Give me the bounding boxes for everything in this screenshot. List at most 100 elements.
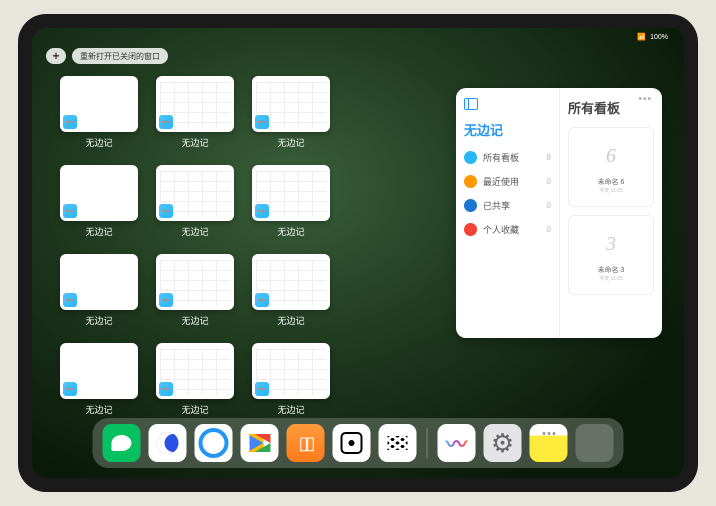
freeform-app-icon xyxy=(159,293,173,307)
battery-label: 100% xyxy=(650,34,668,41)
window-preview xyxy=(156,165,234,221)
window-preview xyxy=(60,165,138,221)
freeform-app-icon xyxy=(255,382,269,396)
category-count: 8 xyxy=(547,153,551,162)
window-preview xyxy=(156,254,234,310)
panel-content: 所有看板 6未命名 6今天 11:253未命名 3今天 11:25 xyxy=(560,88,662,338)
window-preview xyxy=(60,343,138,399)
freeform-app-icon xyxy=(63,115,77,129)
board-card[interactable]: 6未命名 6今天 11:25 xyxy=(568,127,654,207)
window-preview xyxy=(156,343,234,399)
dock-app-freeform[interactable] xyxy=(438,424,476,462)
window-preview xyxy=(252,254,330,310)
category-icon xyxy=(464,223,477,236)
window-preview xyxy=(252,343,330,399)
window-tile[interactable]: 无边记 xyxy=(252,254,330,327)
category-row[interactable]: 最近使用 0 xyxy=(464,175,551,188)
board-thumbnail: 3 xyxy=(595,229,627,261)
freeform-app-icon xyxy=(255,115,269,129)
dock-app-qq-hd[interactable] xyxy=(149,424,187,462)
window-label: 无边记 xyxy=(85,136,112,149)
window-preview xyxy=(156,76,234,132)
category-icon xyxy=(464,199,477,212)
freeform-app-icon xyxy=(255,204,269,218)
status-bar: 📶 100% xyxy=(32,28,684,44)
freeform-app-icon xyxy=(63,204,77,218)
window-label: 无边记 xyxy=(181,225,208,238)
window-preview xyxy=(60,254,138,310)
dock-app-play[interactable] xyxy=(241,424,279,462)
category-label: 已共享 xyxy=(483,199,541,212)
window-tile[interactable]: 无边记 xyxy=(252,343,330,416)
freeform-app-icon xyxy=(63,293,77,307)
dock-app-misc[interactable] xyxy=(379,424,417,462)
board-date: 今天 11:25 xyxy=(599,275,623,282)
window-tile[interactable]: 无边记 xyxy=(156,76,234,149)
board-card[interactable]: 3 未命名 3今天 11:25 xyxy=(568,215,654,295)
window-tile[interactable]: 无边记 xyxy=(252,76,330,149)
top-controls: + 重新打开已关闭的窗口 xyxy=(46,48,168,64)
reopen-closed-window-button[interactable]: 重新打开已关闭的窗口 xyxy=(72,48,168,64)
panel-more-icon[interactable]: ••• xyxy=(638,94,652,105)
window-tile[interactable]: 无边记 xyxy=(252,165,330,238)
window-label: 无边记 xyxy=(181,314,208,327)
dock-app-settings[interactable] xyxy=(484,424,522,462)
dock-app-library[interactable] xyxy=(576,424,614,462)
category-label: 最近使用 xyxy=(483,175,541,188)
window-label: 无边记 xyxy=(85,314,112,327)
category-row[interactable]: 所有看板 8 xyxy=(464,151,551,164)
window-label: 无边记 xyxy=(277,136,304,149)
window-tile[interactable]: 无边记 xyxy=(60,76,138,149)
window-label: 无边记 xyxy=(181,136,208,149)
category-label: 个人收藏 xyxy=(483,223,541,236)
window-preview xyxy=(60,76,138,132)
ipad-frame: 📶 100% + 重新打开已关闭的窗口 无边记无边记无边记无边记无边记无边记无边… xyxy=(18,14,698,492)
window-tile[interactable]: 无边记 xyxy=(60,254,138,327)
window-preview xyxy=(252,76,330,132)
freeform-app-icon xyxy=(63,382,77,396)
window-tile[interactable]: 无边记 xyxy=(60,165,138,238)
window-label: 无边记 xyxy=(85,403,112,416)
category-row[interactable]: 个人收藏 0 xyxy=(464,223,551,236)
window-tile[interactable]: 无边记 xyxy=(156,165,234,238)
status-right: 📶 100% xyxy=(637,33,668,41)
board-date: 今天 11:25 xyxy=(599,187,623,194)
freeform-panel: ••• 无边记 所有看板 8 最近使用 0 已共享 0 个人收藏 0 所有看板 6未命名 6今… xyxy=(456,88,662,338)
windows-grid: 无边记无边记无边记无边记无边记无边记无边记无边记无边记无边记无边记无边记 xyxy=(60,76,330,416)
freeform-app-icon xyxy=(255,293,269,307)
dock-app-qq-browser[interactable] xyxy=(195,424,233,462)
sidebar-toggle-icon[interactable] xyxy=(464,98,478,110)
panel-app-title: 无边记 xyxy=(464,120,551,139)
dock-separator xyxy=(427,428,428,458)
window-label: 无边记 xyxy=(85,225,112,238)
wifi-icon: 📶 xyxy=(637,33,646,41)
freeform-app-icon xyxy=(159,115,173,129)
category-count: 0 xyxy=(547,225,551,234)
category-icon xyxy=(464,151,477,164)
dock-app-game[interactable] xyxy=(333,424,371,462)
window-label: 无边记 xyxy=(277,403,304,416)
dock-app-wechat[interactable] xyxy=(103,424,141,462)
board-name: 未命名 6 xyxy=(598,177,625,187)
category-row[interactable]: 已共享 0 xyxy=(464,199,551,212)
screen: 📶 100% + 重新打开已关闭的窗口 无边记无边记无边记无边记无边记无边记无边… xyxy=(32,28,684,478)
window-label: 无边记 xyxy=(277,225,304,238)
window-tile[interactable]: 无边记 xyxy=(156,343,234,416)
dock-app-books[interactable] xyxy=(287,424,325,462)
board-name: 未命名 3 xyxy=(598,265,625,275)
window-preview xyxy=(252,165,330,221)
window-tile[interactable]: 无边记 xyxy=(156,254,234,327)
window-tile[interactable]: 无边记 xyxy=(60,343,138,416)
category-label: 所有看板 xyxy=(483,151,541,164)
freeform-app-icon xyxy=(159,204,173,218)
dock-app-notes[interactable] xyxy=(530,424,568,462)
panel-sidebar: 无边记 所有看板 8 最近使用 0 已共享 0 个人收藏 0 xyxy=(456,88,560,338)
freeform-app-icon xyxy=(159,382,173,396)
category-count: 0 xyxy=(547,177,551,186)
window-label: 无边记 xyxy=(277,314,304,327)
dock xyxy=(93,418,624,468)
window-label: 无边记 xyxy=(181,403,208,416)
category-count: 0 xyxy=(547,201,551,210)
category-icon xyxy=(464,175,477,188)
new-window-button[interactable]: + xyxy=(46,48,66,64)
